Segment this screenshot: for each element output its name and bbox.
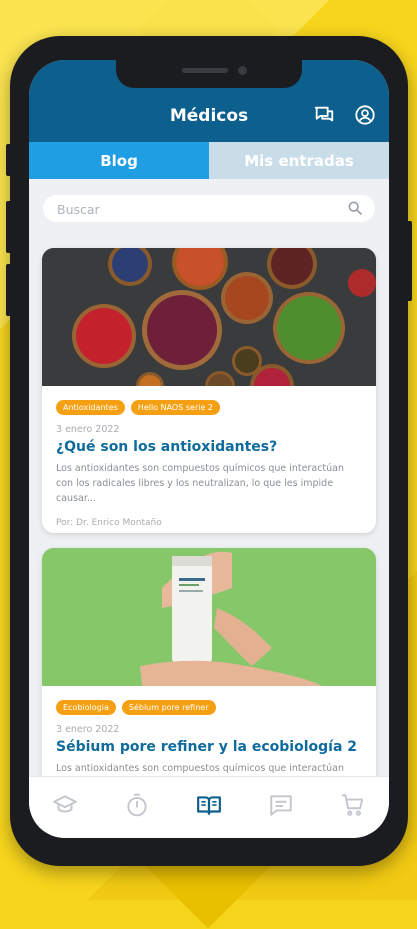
app-screen: Médicos Blog Mis entradas Buscar Antioxi…: [29, 60, 389, 838]
tag-list: Antioxidantes Hello NAOS serie 2: [42, 386, 376, 415]
tag-badge[interactable]: Ecobiologia: [56, 700, 116, 715]
side-button: [6, 264, 11, 316]
tag-badge[interactable]: Sébium pore refiner: [121, 700, 216, 715]
user-icon[interactable]: [354, 104, 376, 126]
nav-cart[interactable]: [338, 790, 368, 820]
search-bar: [43, 195, 375, 222]
nav-courses[interactable]: [50, 790, 80, 820]
bottom-nav: [29, 776, 389, 838]
chat-icon[interactable]: [313, 104, 335, 126]
message-icon: [270, 794, 292, 816]
post-card[interactable]: Ecobiologia Sébium pore refiner 3 enero …: [42, 548, 376, 808]
post-author: Por: Dr. Enrico Montaño: [56, 518, 162, 528]
post-title[interactable]: ¿Qué son los antioxidantes?: [42, 435, 376, 455]
cart-icon: [342, 793, 364, 816]
tab-blog[interactable]: Blog: [29, 142, 209, 179]
tab-bar: Blog Mis entradas: [29, 142, 389, 179]
tag-badge[interactable]: Antioxidantes: [56, 400, 125, 415]
post-card[interactable]: Antioxidantes Hello NAOS serie 2 3 enero…: [42, 248, 376, 533]
post-image: [42, 248, 376, 386]
post-image: [42, 548, 376, 686]
nav-blog[interactable]: [194, 790, 224, 820]
side-button: [6, 201, 11, 253]
tag-list: Ecobiologia Sébium pore refiner: [42, 686, 376, 715]
side-button: [6, 144, 11, 176]
speaker: [182, 68, 228, 73]
tab-mis-entradas[interactable]: Mis entradas: [209, 142, 389, 179]
search-icon[interactable]: [347, 200, 363, 216]
tag-badge[interactable]: Hello NAOS serie 2: [130, 400, 221, 415]
post-date: 3 enero 2022: [56, 724, 120, 735]
side-button: [407, 221, 412, 301]
stopwatch-icon: [127, 793, 147, 816]
book-open-icon: [197, 795, 221, 815]
page-title: Médicos: [169, 106, 249, 126]
notch: [116, 60, 302, 88]
camera: [238, 66, 247, 75]
phone-frame: Médicos Blog Mis entradas Buscar Antioxi…: [6, 36, 412, 866]
post-title[interactable]: Sébium pore refiner y la ecobiología 2: [42, 735, 376, 755]
graduation-cap-icon: [53, 794, 77, 812]
nav-messages[interactable]: [266, 790, 296, 820]
nav-timer[interactable]: [122, 790, 152, 820]
post-date: 3 enero 2022: [56, 424, 120, 435]
search-input[interactable]: [55, 199, 339, 220]
post-excerpt: Los antioxidantes son compuestos químico…: [56, 463, 345, 504]
